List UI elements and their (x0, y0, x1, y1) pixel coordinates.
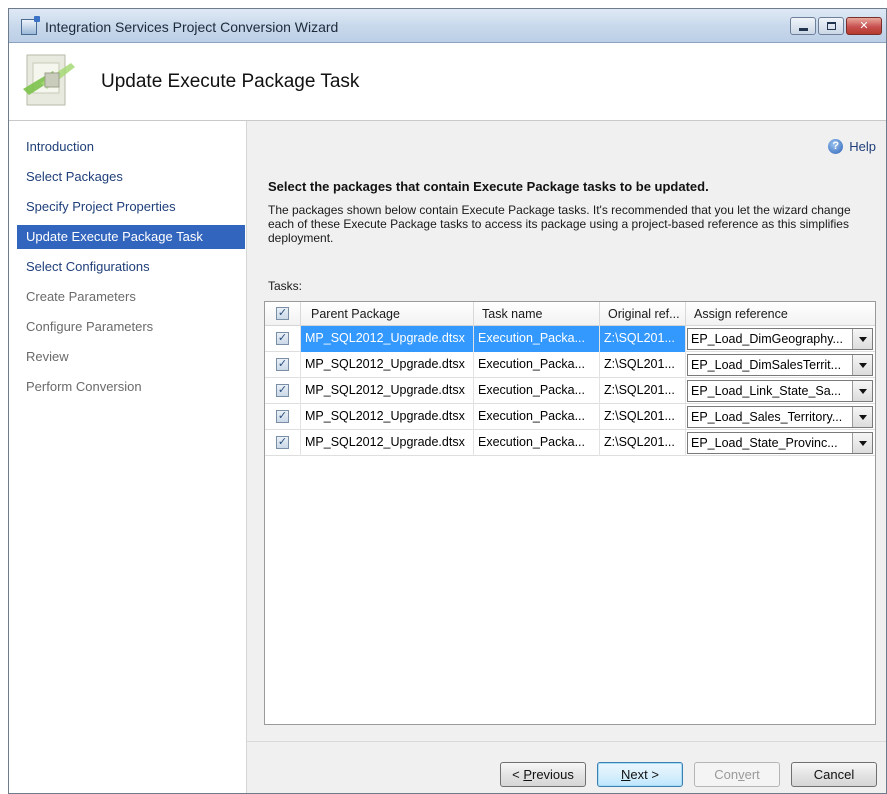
help-icon: ? (828, 139, 844, 154)
assign-reference-value: EP_Load_DimSalesTerrit... (691, 358, 842, 372)
assign-reference-value: EP_Load_Link_State_Sa... (691, 384, 842, 398)
column-header-task-name[interactable]: Task name (474, 302, 600, 326)
row-checkbox[interactable]: ✓ (276, 332, 289, 345)
sidebar-item-specify-project-properties[interactable]: Specify Project Properties (17, 195, 245, 219)
sidebar-item-update-execute-package-task[interactable]: Update Execute Package Task (17, 225, 245, 249)
previous-button[interactable]: < Previous (500, 762, 586, 787)
original-ref-cell: Z:\SQL201... (600, 404, 686, 430)
parent-package-cell: MP_SQL2012_Upgrade.dtsx (301, 326, 474, 352)
column-header-parent-package[interactable]: Parent Package (301, 302, 474, 326)
assign-reference-value: EP_Load_Sales_Territory... (691, 410, 843, 424)
original-ref-cell: Z:\SQL201... (600, 352, 686, 378)
sidebar-item-select-configurations[interactable]: Select Configurations (17, 255, 245, 279)
select-all-column: ✓ (265, 302, 301, 326)
minimize-icon (799, 28, 808, 31)
maximize-icon (827, 22, 836, 30)
maximize-button[interactable] (818, 17, 844, 35)
help-label: Help (849, 139, 876, 154)
table-row[interactable]: ✓ MP_SQL2012_Upgrade.dtsx Execution_Pack… (265, 352, 875, 378)
row-check-cell: ✓ (265, 378, 301, 404)
instruction-description: The packages shown below contain Execute… (268, 203, 851, 245)
parent-package-cell: MP_SQL2012_Upgrade.dtsx (301, 352, 474, 378)
original-ref-cell: Z:\SQL201... (600, 326, 686, 352)
wizard-steps-sidebar: Introduction Select Packages Specify Pro… (9, 121, 247, 793)
assign-reference-dropdown[interactable]: EP_Load_DimSalesTerrit... (687, 354, 873, 376)
close-button[interactable]: ✕ (846, 17, 882, 35)
instruction-heading: Select the packages that contain Execute… (268, 179, 709, 194)
parent-package-cell: MP_SQL2012_Upgrade.dtsx (301, 378, 474, 404)
window-title: Integration Services Project Conversion … (45, 19, 339, 35)
help-link[interactable]: ? Help (828, 139, 876, 154)
row-check-cell: ✓ (265, 430, 301, 456)
task-name-cell: Execution_Packa... (474, 378, 600, 404)
title-bar[interactable]: Integration Services Project Conversion … (9, 9, 886, 43)
assign-reference-dropdown[interactable]: EP_Load_Sales_Territory... (687, 406, 873, 428)
row-checkbox[interactable]: ✓ (276, 358, 289, 371)
assign-reference-value: EP_Load_DimGeography... (691, 332, 843, 346)
chevron-down-icon[interactable] (852, 407, 872, 427)
table-row[interactable]: ✓ MP_SQL2012_Upgrade.dtsx Execution_Pack… (265, 378, 875, 404)
chevron-down-icon[interactable] (852, 355, 872, 375)
next-button[interactable]: Next > (597, 762, 683, 787)
table-row[interactable]: ✓ MP_SQL2012_Upgrade.dtsx Execution_Pack… (265, 326, 875, 352)
grid-header: ✓ Parent Package Task name Original ref.… (265, 302, 875, 326)
row-check-cell: ✓ (265, 352, 301, 378)
minimize-button[interactable] (790, 17, 816, 35)
assign-reference-dropdown[interactable]: EP_Load_State_Provinc... (687, 432, 873, 454)
app-icon (21, 16, 40, 35)
original-ref-cell: Z:\SQL201... (600, 430, 686, 456)
footer-divider (247, 741, 886, 742)
original-ref-cell: Z:\SQL201... (600, 378, 686, 404)
row-checkbox[interactable]: ✓ (276, 410, 289, 423)
wizard-header: Update Execute Package Task (9, 43, 886, 121)
tasks-label: Tasks: (268, 279, 303, 293)
task-name-cell: Execution_Packa... (474, 404, 600, 430)
sidebar-item-select-packages[interactable]: Select Packages (17, 165, 245, 189)
assign-reference-dropdown[interactable]: EP_Load_Link_State_Sa... (687, 380, 873, 402)
sidebar-item-create-parameters: Create Parameters (26, 289, 136, 304)
window-controls: ✕ (790, 17, 882, 35)
column-header-assign-reference[interactable]: Assign reference (686, 302, 875, 326)
convert-button: Convert (694, 762, 780, 787)
task-name-cell: Execution_Packa... (474, 352, 600, 378)
row-check-cell: ✓ (265, 404, 301, 430)
parent-package-cell: MP_SQL2012_Upgrade.dtsx (301, 404, 474, 430)
sidebar-item-review: Review (26, 349, 69, 364)
close-icon: ✕ (859, 20, 869, 32)
sidebar-item-introduction[interactable]: Introduction (17, 135, 245, 159)
sidebar-item-perform-conversion: Perform Conversion (26, 379, 142, 394)
table-row[interactable]: ✓ MP_SQL2012_Upgrade.dtsx Execution_Pack… (265, 404, 875, 430)
chevron-down-icon[interactable] (852, 433, 872, 453)
task-name-cell: Execution_Packa... (474, 326, 600, 352)
cancel-button[interactable]: Cancel (791, 762, 877, 787)
page-title: Update Execute Package Task (101, 71, 360, 92)
row-check-cell: ✓ (265, 326, 301, 352)
wizard-window: Integration Services Project Conversion … (8, 8, 887, 794)
chevron-down-icon[interactable] (852, 329, 872, 349)
row-checkbox[interactable]: ✓ (276, 384, 289, 397)
wizard-package-icon (23, 54, 75, 106)
assign-reference-dropdown[interactable]: EP_Load_DimGeography... (687, 328, 873, 350)
main-panel: ? Help Select the packages that contain … (247, 121, 886, 793)
column-header-original-ref[interactable]: Original ref... (600, 302, 686, 326)
parent-package-cell: MP_SQL2012_Upgrade.dtsx (301, 430, 474, 456)
chevron-down-icon[interactable] (852, 381, 872, 401)
table-row[interactable]: ✓ MP_SQL2012_Upgrade.dtsx Execution_Pack… (265, 430, 875, 456)
sidebar-item-configure-parameters: Configure Parameters (26, 319, 154, 334)
tasks-grid[interactable]: ✓ Parent Package Task name Original ref.… (264, 301, 876, 725)
assign-reference-value: EP_Load_State_Provinc... (691, 436, 838, 450)
task-name-cell: Execution_Packa... (474, 430, 600, 456)
select-all-checkbox[interactable]: ✓ (276, 307, 289, 320)
row-checkbox[interactable]: ✓ (276, 436, 289, 449)
